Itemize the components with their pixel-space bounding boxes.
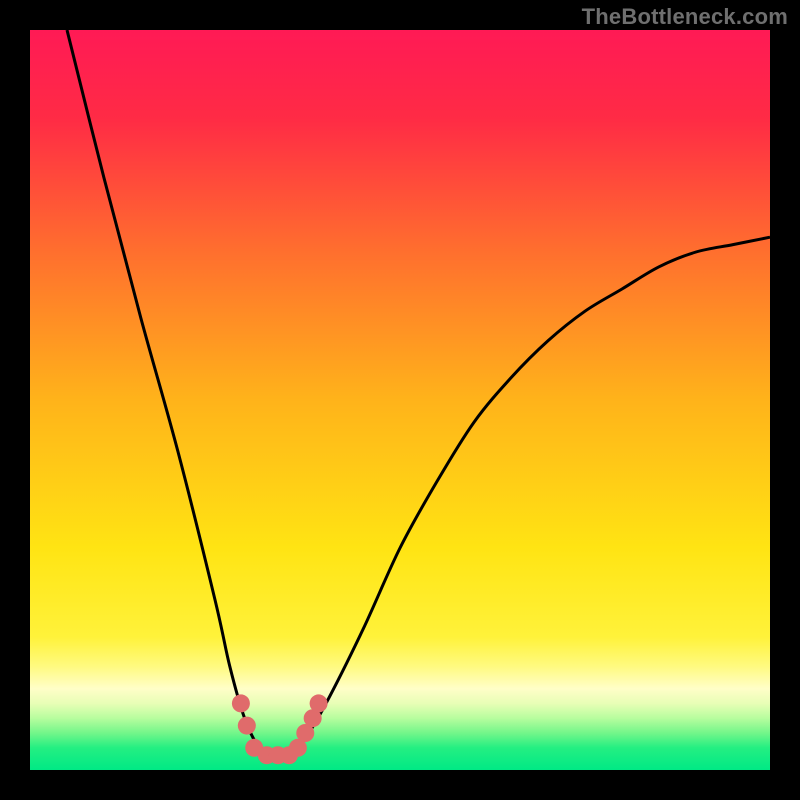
watermark-label: TheBottleneck.com bbox=[582, 4, 788, 30]
marker-point bbox=[238, 717, 256, 735]
chart-container: TheBottleneck.com bbox=[0, 0, 800, 800]
marker-point bbox=[232, 694, 250, 712]
plot-background bbox=[30, 30, 770, 770]
marker-point bbox=[310, 694, 328, 712]
chart-canvas bbox=[0, 0, 800, 800]
